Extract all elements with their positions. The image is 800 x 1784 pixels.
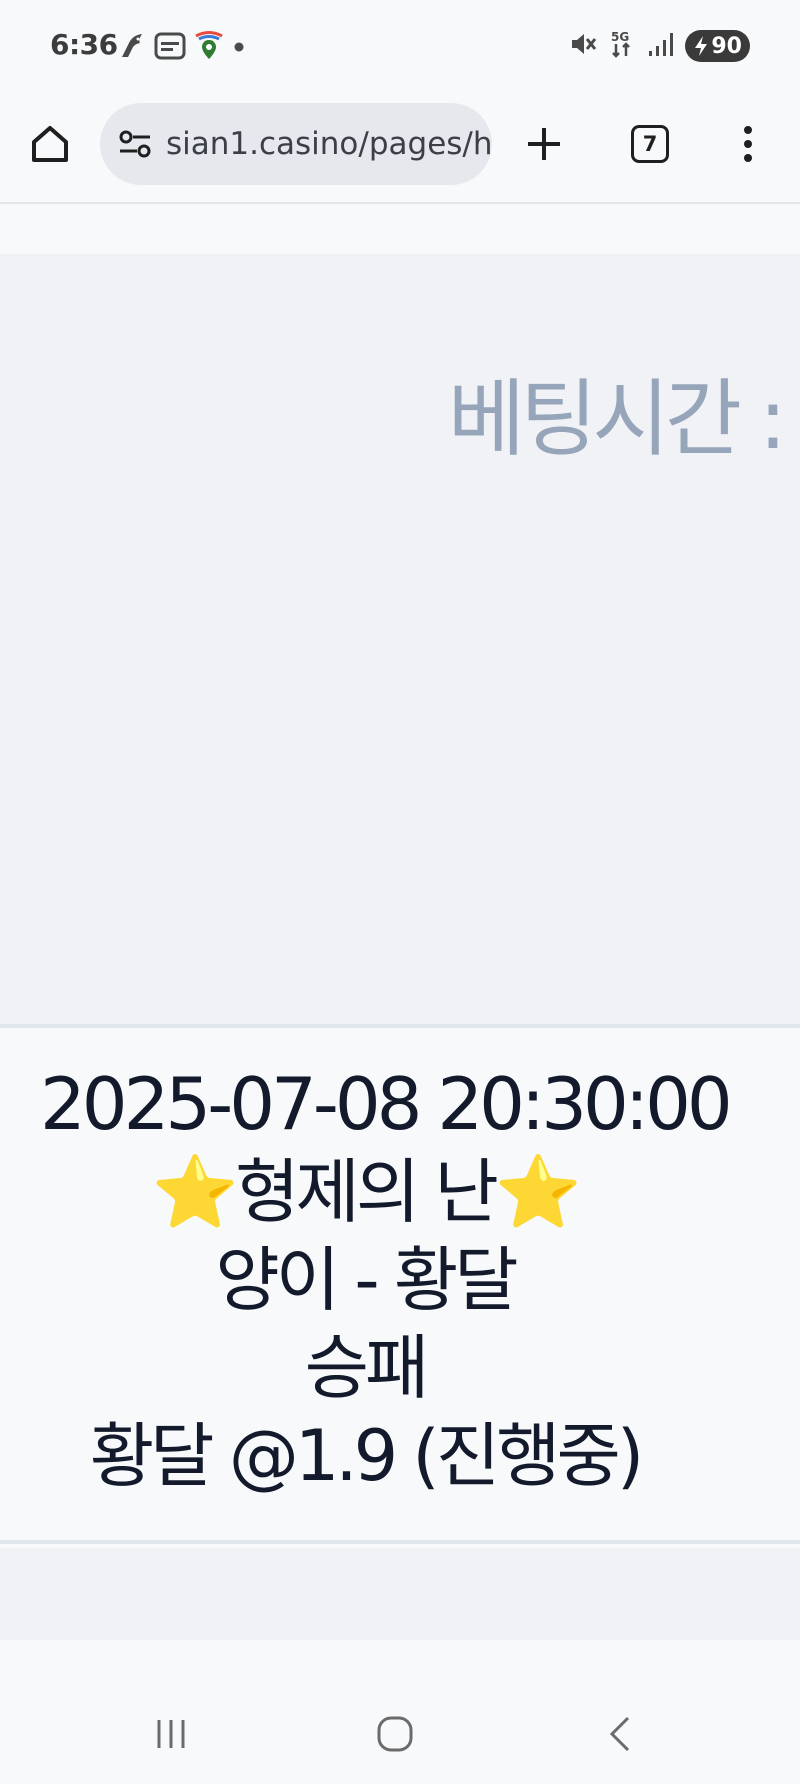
tab-count: 7 bbox=[631, 125, 669, 163]
5g-data-icon: 5G bbox=[607, 28, 637, 64]
betting-time-panel: 베팅시간 : bbox=[0, 254, 800, 1028]
more-vertical-icon bbox=[744, 126, 752, 162]
battery-indicator: 90 bbox=[685, 30, 750, 62]
signal-icon bbox=[647, 29, 675, 63]
status-bar: 6:36 5G 90 bbox=[0, 0, 800, 92]
bet-market: 승패 bbox=[304, 1327, 430, 1409]
overflow-menu-button[interactable] bbox=[716, 112, 780, 176]
system-home-button[interactable] bbox=[363, 1706, 427, 1762]
status-system-icons: 5G 90 bbox=[569, 28, 750, 64]
page-top-strip bbox=[0, 206, 800, 254]
battery-level: 90 bbox=[711, 33, 742, 59]
system-navigation-bar bbox=[0, 1684, 800, 1784]
plus-icon bbox=[528, 128, 560, 160]
match-details: 2025-07-08 20:30:00 ⭐형제의 난⭐ 양이 - 황달 승패 황… bbox=[0, 1060, 733, 1500]
news-app-icon bbox=[154, 31, 186, 65]
site-settings-icon[interactable] bbox=[114, 123, 156, 165]
mute-icon bbox=[569, 29, 597, 63]
charging-bolt-icon bbox=[695, 36, 708, 56]
system-back-button[interactable] bbox=[587, 1706, 651, 1762]
status-time: 6:36 bbox=[50, 28, 118, 61]
match-datetime: 2025-07-08 20:30:00 bbox=[40, 1062, 733, 1146]
betting-time-label: 베팅시간 : bbox=[447, 370, 787, 468]
page-bottom-strip bbox=[0, 1548, 800, 1640]
url-text[interactable]: sian1.casino/pages/h bbox=[166, 126, 492, 162]
address-bar[interactable]: sian1.casino/pages/h bbox=[100, 103, 492, 185]
browser-toolbar: sian1.casino/pages/h 7 bbox=[0, 92, 800, 204]
recent-apps-button[interactable] bbox=[139, 1706, 203, 1762]
back-chevron-icon bbox=[609, 1716, 630, 1752]
home-icon bbox=[32, 126, 68, 162]
svg-text:5G: 5G bbox=[611, 30, 629, 44]
match-info-panel: 2025-07-08 20:30:00 ⭐형제의 난⭐ 양이 - 황달 승패 황… bbox=[0, 1032, 800, 1544]
event-title: ⭐형제의 난⭐ bbox=[151, 1151, 582, 1233]
match-teams: 양이 - 황달 bbox=[215, 1239, 518, 1321]
recent-apps-icon bbox=[157, 1720, 185, 1748]
maps-app-icon bbox=[194, 30, 224, 66]
bet-selection: 황달 @1.9 (진행중) bbox=[89, 1415, 644, 1497]
notification-dot-icon bbox=[232, 39, 246, 58]
tab-switcher-button[interactable]: 7 bbox=[618, 112, 682, 176]
new-tab-button[interactable] bbox=[512, 112, 576, 176]
home-button[interactable] bbox=[18, 112, 82, 176]
bird-app-icon bbox=[118, 31, 146, 65]
system-home-icon bbox=[377, 1716, 413, 1752]
status-notification-icons bbox=[118, 30, 246, 66]
